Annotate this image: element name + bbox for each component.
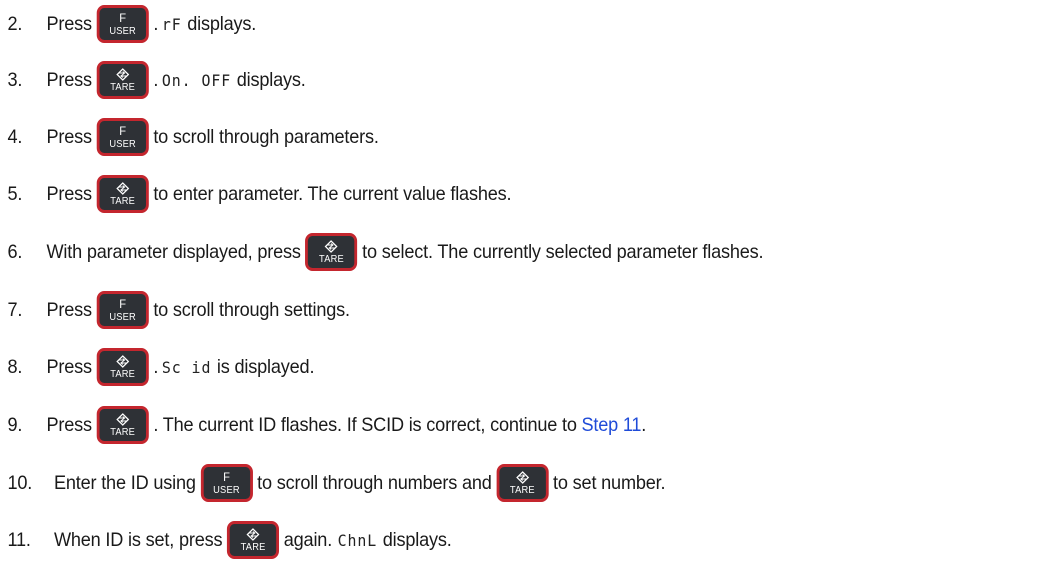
step-text: Press xyxy=(46,125,93,148)
step-text: displays. xyxy=(382,528,452,551)
key-label: F xyxy=(119,297,126,311)
step-text: When ID is set, press xyxy=(53,528,223,551)
tare-key-icon: TARE xyxy=(96,348,149,386)
key-sublabel: TARE xyxy=(110,195,136,207)
step-number: 8. xyxy=(7,355,23,378)
step-text: to set number. xyxy=(553,471,666,494)
step-number: 2. xyxy=(7,12,23,35)
display-readout: ChnL xyxy=(337,530,378,550)
step-text: . xyxy=(153,68,159,91)
tare-arrow-icon xyxy=(115,412,130,426)
f-user-key-icon: F USER xyxy=(96,118,149,156)
step-text: Press xyxy=(46,12,93,35)
key-sublabel: TARE xyxy=(240,541,266,553)
key-sublabel: TARE xyxy=(110,426,136,438)
tare-arrow-icon xyxy=(115,67,130,81)
key-label: F xyxy=(119,11,126,25)
step-3: 3. Press TARE . On. OFF displays. xyxy=(0,58,306,102)
tare-key-icon: TARE xyxy=(96,175,149,213)
f-user-key-icon: F USER xyxy=(96,291,149,329)
f-user-key-icon: F USER xyxy=(96,5,149,43)
step-8: 8. Press TARE . Sc id is displayed. xyxy=(0,345,314,389)
step-number: 6. xyxy=(7,240,23,263)
key-sublabel: TARE xyxy=(110,368,136,380)
tare-key-icon: TARE xyxy=(227,521,280,559)
step-text: displays. xyxy=(187,12,257,35)
key-sublabel: TARE xyxy=(319,253,344,265)
tare-arrow-icon xyxy=(115,354,130,368)
step-text: With parameter displayed, press xyxy=(46,240,301,263)
step-text: Press xyxy=(46,68,93,91)
step-text: Press xyxy=(46,413,93,436)
key-sublabel: USER xyxy=(109,25,136,37)
tare-key-icon: TARE xyxy=(96,406,149,444)
step-6: 6. With parameter displayed, press TARE … xyxy=(0,230,764,274)
step-text: to scroll through settings. xyxy=(153,298,350,321)
step-text: . The current ID flashes. If SCID is cor… xyxy=(153,413,577,436)
step-number: 5. xyxy=(7,182,23,205)
step-text: Press xyxy=(46,182,93,205)
key-sublabel: USER xyxy=(213,484,240,496)
step-number: 3. xyxy=(7,68,23,91)
step-text: displays. xyxy=(236,68,306,91)
step-number: 7. xyxy=(7,298,23,321)
tare-arrow-icon xyxy=(246,527,261,541)
instruction-steps: 2. Press F USER . rF displays. 3. Press … xyxy=(0,0,1037,586)
step-7: 7. Press F USER to scroll through settin… xyxy=(0,288,350,332)
step-text: . xyxy=(153,355,159,378)
step-text: . xyxy=(153,12,159,35)
tare-arrow-icon xyxy=(115,181,130,195)
step-text: to enter parameter. The current value fl… xyxy=(153,182,512,205)
display-readout: rF xyxy=(161,14,182,34)
step-2: 2. Press F USER . rF displays. xyxy=(0,2,256,46)
tare-arrow-icon xyxy=(515,470,530,484)
key-sublabel: TARE xyxy=(110,81,136,93)
step-10: 10. Enter the ID using F USER to scroll … xyxy=(0,461,666,505)
tare-arrow-icon xyxy=(324,239,339,253)
step-text: to scroll through numbers and xyxy=(257,471,492,494)
step-text: Press xyxy=(46,298,93,321)
step-4: 4. Press F USER to scroll through parame… xyxy=(0,115,379,159)
step-9: 9. Press TARE . The current ID flashes. … xyxy=(0,403,646,447)
tare-key-icon: TARE xyxy=(496,464,549,502)
step-text: is displayed. xyxy=(216,355,315,378)
key-sublabel: TARE xyxy=(509,484,535,496)
step-number: 11. xyxy=(7,528,31,551)
step-text: again. xyxy=(283,528,333,551)
display-readout: Sc id xyxy=(161,357,212,377)
step-text: Press xyxy=(46,355,93,378)
step-5: 5. Press TARE to enter parameter. The cu… xyxy=(0,172,512,216)
key-label: F xyxy=(223,470,230,484)
f-user-key-icon: F USER xyxy=(200,464,253,502)
key-sublabel: USER xyxy=(109,138,136,150)
key-sublabel: USER xyxy=(109,311,136,323)
step-text: to scroll through parameters. xyxy=(153,125,379,148)
tare-key-icon: TARE xyxy=(96,61,149,99)
step-number: 9. xyxy=(7,413,23,436)
step-11-link[interactable]: Step 11 xyxy=(581,414,641,437)
step-text: to select. The currently selected parame… xyxy=(362,240,764,263)
step-11: 11. When ID is set, press TARE again. Ch… xyxy=(0,518,452,562)
key-label: F xyxy=(119,124,126,138)
display-readout: On. OFF xyxy=(161,70,232,90)
step-text: Enter the ID using xyxy=(53,471,196,494)
step-number: 4. xyxy=(7,125,23,148)
step-text: . xyxy=(641,413,647,436)
tare-key-icon: TARE xyxy=(305,233,358,271)
step-number: 10. xyxy=(7,471,33,494)
